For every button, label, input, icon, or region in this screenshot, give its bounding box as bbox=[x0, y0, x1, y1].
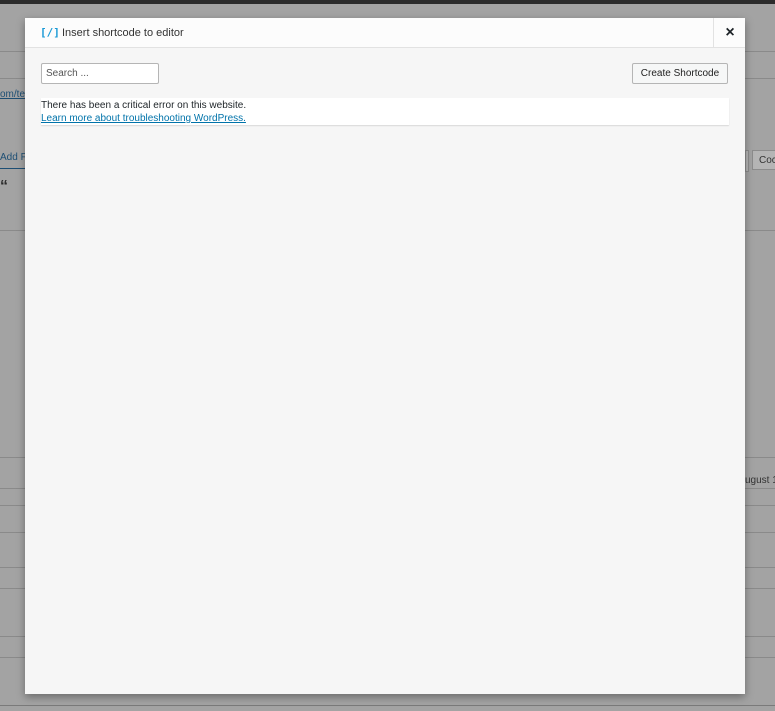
background-divider bbox=[0, 78, 25, 79]
background-divider bbox=[745, 230, 775, 231]
background-divider bbox=[0, 488, 25, 489]
background-divider bbox=[745, 51, 775, 52]
background-divider bbox=[745, 567, 775, 568]
shortcode-icon: [/] bbox=[40, 26, 60, 39]
background-divider bbox=[0, 636, 25, 637]
background-divider bbox=[745, 532, 775, 533]
background-divider bbox=[0, 457, 25, 458]
create-shortcode-button[interactable]: Create Shortcode bbox=[632, 63, 728, 84]
modal-title: Insert shortcode to editor bbox=[62, 27, 184, 39]
background-permalink-fragment: om/te bbox=[0, 89, 25, 100]
background-code-tab: Coc bbox=[752, 150, 775, 170]
background-divider bbox=[0, 588, 25, 589]
background-divider bbox=[0, 168, 25, 169]
background-divider bbox=[0, 567, 25, 568]
background-date-fragment: ugust 15 bbox=[745, 475, 775, 486]
background-divider bbox=[0, 51, 25, 52]
background-divider bbox=[745, 488, 775, 489]
error-notice: There has been a critical error on this … bbox=[41, 98, 729, 125]
close-button[interactable]: × bbox=[713, 18, 746, 47]
search-input[interactable] bbox=[41, 63, 159, 84]
background-divider bbox=[745, 588, 775, 589]
background-add-media-fragment: Add F bbox=[0, 152, 25, 163]
close-icon: × bbox=[725, 23, 735, 41]
background-divider bbox=[0, 657, 25, 658]
background-divider bbox=[0, 230, 25, 231]
background-divider bbox=[745, 457, 775, 458]
background-divider bbox=[745, 636, 775, 637]
background-divider bbox=[0, 505, 25, 506]
background-divider bbox=[0, 705, 775, 706]
background-divider bbox=[0, 532, 25, 533]
blockquote-icon: “ bbox=[0, 178, 8, 195]
insert-shortcode-modal: [/] Insert shortcode to editor × Create … bbox=[25, 18, 745, 694]
background-divider bbox=[745, 505, 775, 506]
troubleshooting-link[interactable]: Learn more about troubleshooting WordPre… bbox=[41, 113, 246, 124]
background-visual-tab bbox=[745, 150, 749, 172]
background-divider bbox=[745, 78, 775, 79]
background-divider bbox=[745, 657, 775, 658]
modal-header: [/] Insert shortcode to editor × bbox=[25, 18, 745, 48]
admin-top-bar bbox=[0, 0, 775, 4]
error-message: There has been a critical error on this … bbox=[41, 100, 247, 111]
